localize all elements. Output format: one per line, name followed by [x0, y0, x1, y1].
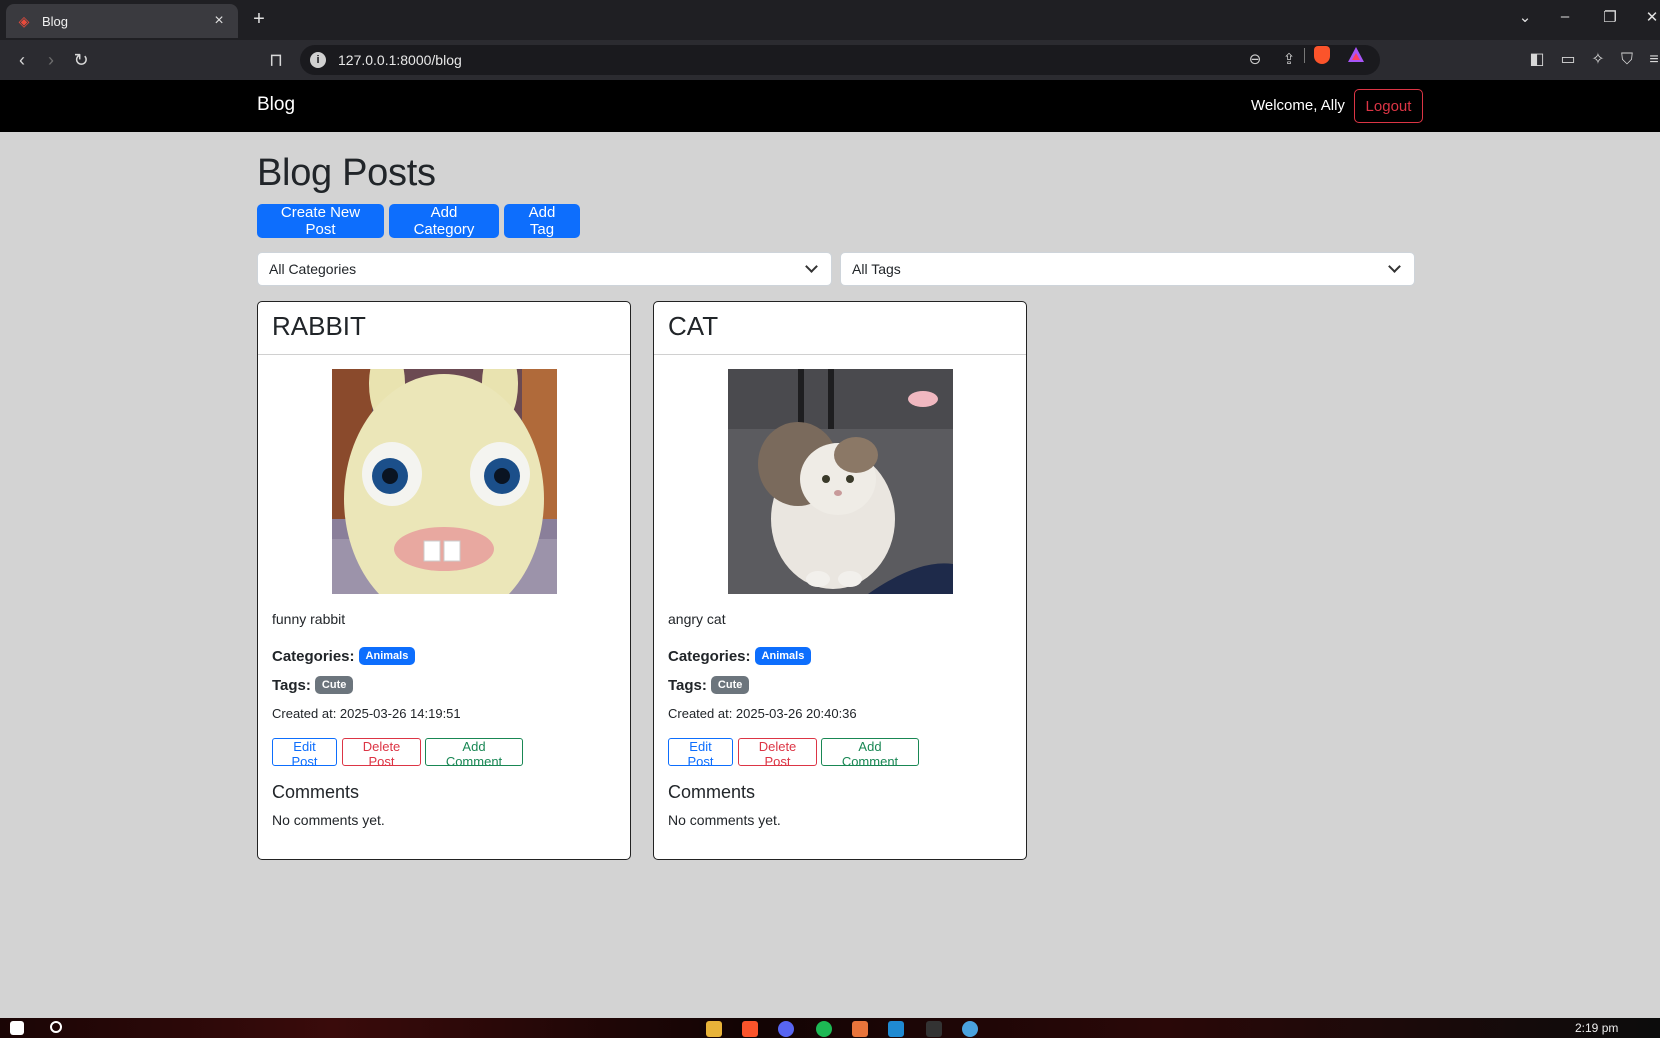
app-icon[interactable]: [852, 1021, 868, 1037]
brave-rewards-inner: [1352, 53, 1360, 60]
tag-badge: Cute: [710, 676, 750, 694]
tab-close-icon[interactable]: ×: [210, 12, 228, 30]
tags-label: Tags:: [272, 676, 311, 694]
toolbar-divider: [1304, 48, 1305, 63]
tag-badge: Cute: [314, 676, 354, 694]
restore-icon[interactable]: ❐: [1598, 8, 1622, 26]
edit-post-button[interactable]: Edit Post: [668, 738, 733, 769]
post-description: funny rabbit: [272, 611, 346, 627]
chevron-down-icon: [1388, 260, 1401, 273]
address-bar[interactable]: i 127.0.0.1:8000/blog ⊖ ⇪: [300, 45, 1380, 75]
url-text[interactable]: 127.0.0.1:8000/blog: [338, 52, 462, 68]
reload-icon[interactable]: ↻: [69, 48, 93, 72]
terminal-icon[interactable]: [926, 1021, 942, 1037]
discord-icon[interactable]: [778, 1021, 794, 1037]
vscode-icon[interactable]: [888, 1021, 904, 1037]
categories-label: Categories:: [668, 647, 751, 665]
post-categories: Categories: Animals: [272, 647, 416, 665]
page-title: Blog Posts: [257, 152, 436, 194]
tags-label: Tags:: [668, 676, 707, 694]
post-created-at: Created at: 2025-03-26 14:19:51: [272, 706, 461, 721]
welcome-text: Welcome, Ally: [1251, 97, 1345, 114]
post-tags: Tags: Cute: [668, 676, 750, 694]
app-icon[interactable]: [962, 1021, 978, 1037]
site-info-icon[interactable]: i: [310, 52, 326, 68]
site-navbar: Blog Welcome, Ally Logout: [0, 80, 1660, 132]
menu-icon[interactable]: ≡: [1643, 49, 1660, 71]
browser-tab-bar: ◈ Blog × + ⌄ – ❐ ✕: [0, 0, 1660, 40]
browser-tab[interactable]: ◈ Blog ×: [6, 4, 238, 38]
tab-title: Blog: [42, 13, 69, 29]
browser-toolbar: ‹ › ↻ ⊓ i 127.0.0.1:8000/blog ⊖ ⇪ ◧ ▭ ✧ …: [0, 40, 1660, 80]
post-title: RABBIT: [272, 311, 366, 341]
comments-empty-text: No comments yet.: [272, 812, 385, 828]
category-filter-value: All Categories: [269, 261, 357, 277]
minimize-icon[interactable]: –: [1553, 8, 1577, 25]
post-created-at: Created at: 2025-03-26 20:40:36: [668, 706, 857, 721]
post-categories: Categories: Animals: [668, 647, 812, 665]
edit-post-button[interactable]: Edit Post: [272, 738, 337, 769]
delete-post-button[interactable]: Delete Post: [342, 738, 421, 769]
post-image-cat: [728, 369, 953, 594]
vpn-icon[interactable]: ⛉: [1616, 49, 1638, 71]
chevron-down-icon: [805, 260, 818, 273]
os-taskbar: 2:19 pm: [0, 1018, 1660, 1038]
post-card-header: CAT: [654, 302, 1026, 355]
taskbar-clock[interactable]: 2:19 pm: [1575, 1021, 1618, 1035]
brave-shields-icon[interactable]: [1314, 46, 1330, 64]
post-title: CAT: [668, 311, 719, 341]
post-card: RABBIT funny rabbit Categories: Animals: [257, 301, 631, 860]
category-badge: Animals: [358, 647, 416, 665]
brave-browser-icon[interactable]: [742, 1021, 758, 1037]
new-tab-button[interactable]: +: [248, 8, 270, 30]
category-filter-select[interactable]: All Categories: [257, 252, 832, 286]
close-window-icon[interactable]: ✕: [1640, 8, 1660, 26]
post-description: angry cat: [668, 611, 726, 627]
tab-list-chevron-icon[interactable]: ⌄: [1513, 8, 1537, 26]
windows-start-icon[interactable]: [10, 1021, 24, 1035]
post-card: CAT angry cat Categories: Animals Tags: …: [653, 301, 1027, 860]
delete-post-button[interactable]: Delete Post: [738, 738, 817, 769]
add-comment-button[interactable]: Add Comment: [821, 738, 919, 769]
file-explorer-icon[interactable]: [706, 1021, 722, 1037]
tag-filter-value: All Tags: [852, 261, 901, 277]
navbar-brand[interactable]: Blog: [257, 94, 295, 116]
post-image-rabbit: [332, 369, 557, 594]
spotify-icon[interactable]: [816, 1021, 832, 1037]
category-badge: Animals: [754, 647, 812, 665]
add-category-button[interactable]: Add Category: [389, 204, 499, 238]
wallet-icon[interactable]: ▭: [1557, 49, 1579, 71]
sidebar-icon[interactable]: ◧: [1526, 49, 1548, 71]
back-icon[interactable]: ‹: [10, 48, 34, 72]
bookmark-icon[interactable]: ⊓: [264, 48, 288, 72]
share-icon[interactable]: ⇪: [1278, 50, 1300, 70]
zoom-icon[interactable]: ⊖: [1244, 50, 1266, 70]
search-icon[interactable]: [50, 1021, 62, 1033]
comments-empty-text: No comments yet.: [668, 812, 781, 828]
forward-icon[interactable]: ›: [39, 48, 63, 72]
post-card-header: RABBIT: [258, 302, 630, 355]
categories-label: Categories:: [272, 647, 355, 665]
comments-heading: Comments: [272, 782, 360, 802]
create-post-button[interactable]: Create New Post: [257, 204, 384, 238]
laravel-favicon-icon: ◈: [18, 13, 30, 29]
comments-heading: Comments: [668, 782, 756, 802]
add-tag-button[interactable]: Add Tag: [504, 204, 580, 238]
tag-filter-select[interactable]: All Tags: [840, 252, 1415, 286]
leo-ai-icon[interactable]: ✧: [1587, 49, 1609, 71]
logout-button[interactable]: Logout: [1354, 89, 1423, 123]
add-comment-button[interactable]: Add Comment: [425, 738, 523, 769]
post-tags: Tags: Cute: [272, 676, 354, 694]
